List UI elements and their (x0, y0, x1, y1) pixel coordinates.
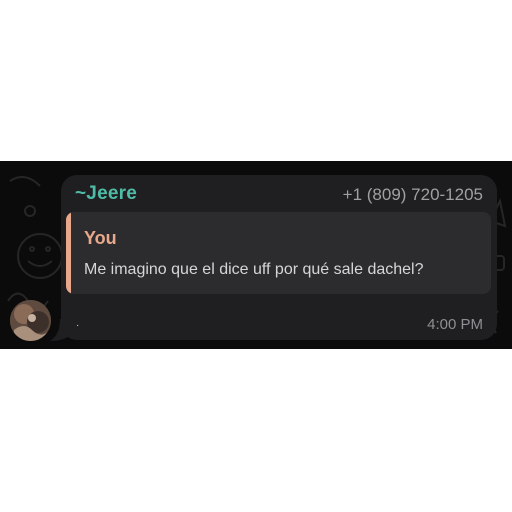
sender-name-text: Jeere (86, 183, 137, 204)
sender-phone[interactable]: +1 (809) 720-1205 (343, 185, 483, 205)
message-body: · (76, 320, 80, 331)
message-timestamp: 4:00 PM (427, 316, 483, 333)
quoted-text: Me imagino que el dice uff por qué sale … (84, 261, 424, 278)
sender-name[interactable]: ~Jeere (75, 183, 137, 205)
sender-prefix: ~ (75, 183, 87, 204)
avatar-photo (10, 300, 51, 341)
quote-accent-bar (66, 212, 71, 294)
quoted-author: You (84, 228, 117, 248)
quoted-message[interactable]: You Me imagino que el dice uff por qué s… (66, 212, 491, 294)
chat-view: ~Jeere +1 (809) 720-1205 You Me imagino … (0, 161, 512, 349)
message-bubble[interactable]: ~Jeere +1 (809) 720-1205 You Me imagino … (61, 175, 497, 340)
sender-avatar[interactable] (10, 300, 51, 341)
